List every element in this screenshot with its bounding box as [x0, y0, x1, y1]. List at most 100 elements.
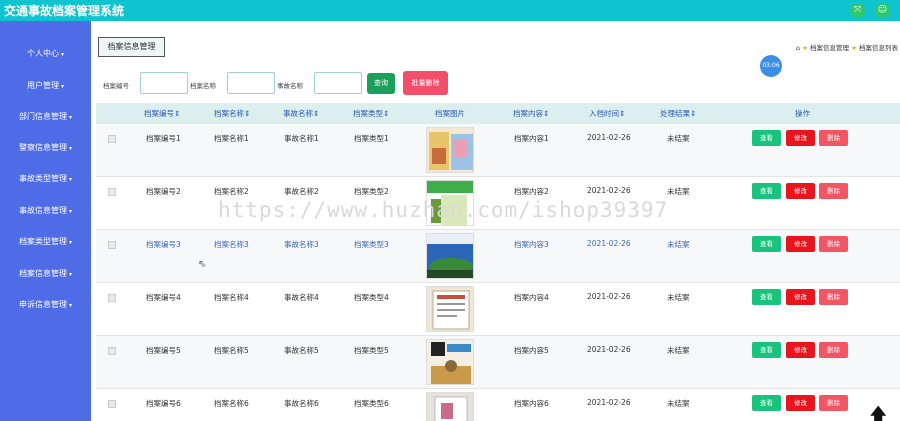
row-checkbox[interactable]	[108, 347, 116, 355]
cell-result: 未结案	[667, 187, 690, 196]
row-checkbox[interactable]	[108, 241, 116, 249]
row-checkbox[interactable]	[108, 294, 116, 302]
search-button[interactable]: 查询	[367, 73, 395, 94]
archive-name-input[interactable]	[227, 72, 275, 94]
view-button[interactable]: 查看	[752, 342, 781, 358]
delete-button[interactable]: 删除	[819, 342, 848, 358]
row-checkbox[interactable]	[108, 400, 116, 408]
table-row[interactable]: 档案编号1 档案名称1 事故名称1 档案类型1 档案内容1 2021-02-26…	[96, 124, 900, 177]
archive-image	[426, 233, 474, 279]
column-header[interactable]: 档案内容⇕	[513, 108, 549, 119]
column-header[interactable]: 档案编号⇕	[144, 108, 180, 119]
mouse-cursor-icon: ⇖	[198, 259, 207, 270]
home-icon[interactable]: ⌂	[796, 44, 800, 52]
star-icon: ★	[802, 44, 808, 52]
cell-name: 档案名称5	[214, 346, 249, 355]
column-header[interactable]: 档案名称⇕	[214, 108, 250, 119]
archive-image	[426, 127, 474, 173]
view-button[interactable]: 查看	[752, 236, 781, 252]
cell-type: 档案类型2	[354, 187, 389, 196]
main-content: 档案信息管理 ⌂ ★ 档案信息管理 ★ 档案信息列表 03:06 档案编号 档案…	[91, 21, 900, 421]
column-header[interactable]: 处理结果⇕	[660, 108, 696, 119]
chevron-down-icon: ▾	[68, 239, 72, 246]
cell-date: 2021-02-26	[587, 345, 631, 354]
cell-content: 档案内容3	[514, 240, 549, 249]
sidebar-item-appeals[interactable]: 申诉信息管理 ▾	[0, 297, 91, 313]
cell-code: 档案编号5	[146, 346, 181, 355]
back-to-top-icon[interactable]: 🡅	[870, 403, 886, 421]
edit-button[interactable]: 修改	[786, 289, 815, 305]
cell-result: 未结案	[667, 240, 690, 249]
delete-button[interactable]: 删除	[819, 183, 848, 199]
cell-date: 2021-02-26	[587, 239, 631, 248]
delete-button[interactable]: 删除	[819, 236, 848, 252]
search-label-code: 档案编号	[103, 82, 129, 90]
batch-delete-button[interactable]: 批量删除	[403, 71, 448, 95]
table-row[interactable]: 档案编号4 档案名称4 事故名称4 档案类型4 档案内容4 2021-02-26…	[96, 283, 900, 336]
cell-type: 档案类型3	[354, 240, 389, 249]
cell-result: 未结案	[667, 399, 690, 408]
tab-archive-management[interactable]: 档案信息管理	[98, 37, 165, 57]
table-header: 档案编号⇕ 档案名称⇕ 事故名称⇕ 档案类型⇕ 档案图片 档案内容⇕ 入档时间⇕…	[96, 103, 900, 124]
sidebar-item-users[interactable]: 用户管理 ▾	[0, 78, 91, 94]
cell-date: 2021-02-26	[587, 186, 631, 195]
expand-icon[interactable]: ⤧	[850, 3, 865, 18]
column-header[interactable]: 事故名称⇕	[283, 108, 319, 119]
delete-button[interactable]: 删除	[819, 395, 848, 411]
user-icon[interactable]: ☺	[875, 3, 890, 18]
table-row[interactable]: 档案编号2 档案名称2 事故名称2 档案类型2 档案内容2 2021-02-26…	[96, 177, 900, 230]
delete-button[interactable]: 删除	[819, 130, 848, 146]
column-header[interactable]: 入档时间⇕	[589, 108, 625, 119]
table-row[interactable]: 档案编号6 档案名称6 事故名称6 档案类型6 档案内容6 2021-02-26…	[96, 389, 900, 421]
archive-image	[426, 392, 474, 421]
cell-date: 2021-02-26	[587, 133, 631, 142]
edit-button[interactable]: 修改	[786, 183, 815, 199]
edit-button[interactable]: 修改	[786, 342, 815, 358]
chevron-down-icon: ▾	[68, 208, 72, 215]
sidebar-item-personal-center[interactable]: 个人中心 ▾	[0, 46, 91, 62]
chevron-down-icon: ▾	[68, 176, 72, 183]
chevron-down-icon: ▾	[68, 145, 72, 152]
edit-button[interactable]: 修改	[786, 130, 815, 146]
cell-result: 未结案	[667, 293, 690, 302]
view-button[interactable]: 查看	[752, 289, 781, 305]
sidebar-item-archives[interactable]: 档案信息管理 ▾	[0, 266, 91, 282]
chevron-down-icon: ▾	[68, 271, 72, 278]
cell-result: 未结案	[667, 134, 690, 143]
cell-content: 档案内容6	[514, 399, 549, 408]
cell-name: 档案名称2	[214, 187, 249, 196]
sidebar-item-police[interactable]: 警察信息管理 ▾	[0, 140, 91, 156]
search-label-accident: 事故名称	[277, 82, 303, 90]
sidebar-item-departments[interactable]: 部门信息管理 ▾	[0, 109, 91, 125]
archive-table: 档案编号⇕ 档案名称⇕ 事故名称⇕ 档案类型⇕ 档案图片 档案内容⇕ 入档时间⇕…	[96, 103, 900, 421]
table-row[interactable]: 档案编号5 档案名称5 事故名称5 档案类型5 档案内容5 2021-02-26…	[96, 336, 900, 389]
archive-image	[426, 180, 474, 226]
row-checkbox[interactable]	[108, 135, 116, 143]
view-button[interactable]: 查看	[752, 130, 781, 146]
view-button[interactable]: 查看	[752, 183, 781, 199]
cell-type: 档案类型4	[354, 293, 389, 302]
view-button[interactable]: 查看	[752, 395, 781, 411]
table-row[interactable]: 档案编号3 档案名称3 事故名称3 档案类型3 档案内容3 2021-02-26…	[96, 230, 900, 283]
archive-code-input[interactable]	[140, 72, 188, 94]
delete-button[interactable]: 删除	[819, 289, 848, 305]
cell-type: 档案类型6	[354, 399, 389, 408]
cell-code: 档案编号2	[146, 187, 181, 196]
edit-button[interactable]: 修改	[786, 395, 815, 411]
sidebar-item-accidents[interactable]: 事故信息管理 ▾	[0, 203, 91, 219]
breadcrumb-item[interactable]: 档案信息管理	[810, 44, 849, 52]
sidebar-item-archive-types[interactable]: 档案类型管理 ▾	[0, 234, 91, 250]
breadcrumb: ⌂ ★ 档案信息管理 ★ 档案信息列表	[796, 42, 898, 52]
cell-date: 2021-02-26	[587, 292, 631, 301]
accident-name-input[interactable]	[314, 72, 362, 94]
column-header[interactable]: 档案类型⇕	[353, 108, 389, 119]
archive-image	[426, 339, 474, 385]
row-checkbox[interactable]	[108, 188, 116, 196]
edit-button[interactable]: 修改	[786, 236, 815, 252]
cell-name: 档案名称3	[214, 240, 249, 249]
timer-badge: 03:06	[760, 55, 782, 77]
sidebar-item-accident-types[interactable]: 事故类型管理 ▾	[0, 171, 91, 187]
cell-name: 档案名称1	[214, 134, 249, 143]
breadcrumb-item: 档案信息列表	[859, 44, 898, 52]
cell-content: 档案内容4	[514, 293, 549, 302]
